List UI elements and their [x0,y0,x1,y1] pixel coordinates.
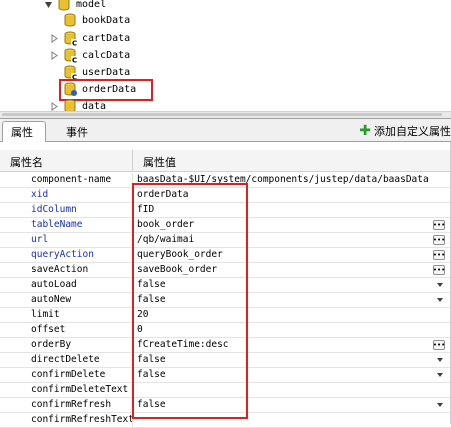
database-icon: C [63,64,79,82]
expand-arrow-icon[interactable] [50,50,59,60]
database-icon: C [63,30,79,48]
property-name: autoNew [31,294,72,305]
property-name: xid [31,189,49,200]
property-name: directDelete [31,354,100,365]
column-header-name: 属性名 [10,156,43,169]
database-icon [63,12,79,28]
property-name: orderBy [31,339,72,350]
column-header-value: 属性值 [143,156,176,169]
tree-node-model[interactable]: model [44,0,106,12]
tree-label: userData [82,66,131,78]
tree-label: calcData [82,49,131,61]
plus-icon: ✚ [359,123,371,139]
add-custom-property-button[interactable]: ✚ 添加自定义属性 [359,122,451,140]
property-name: tableName [31,219,83,230]
property-name: saveAction [31,264,89,275]
values-highlight-box [132,183,248,419]
tree-node-calcdata[interactable]: C calcData [50,47,131,65]
database-icon [57,0,73,12]
horizontal-scrollbar[interactable] [0,111,451,118]
svg-text:C: C [72,40,77,47]
tab-properties[interactable]: 属性 [2,121,46,142]
property-name: confirmDelete [31,369,106,380]
expand-arrow-icon[interactable] [50,33,59,43]
dropdown-arrow-icon[interactable] [437,403,443,407]
tab-events[interactable]: 事件 [58,121,96,142]
tree-label: bookData [82,14,131,26]
tree-node-bookdata[interactable]: bookData [63,12,130,28]
tree-node-cartdata[interactable]: C cartData [50,30,131,48]
tree-node-userdata[interactable]: C userData [63,64,131,82]
dropdown-arrow-icon[interactable] [437,373,443,377]
svg-text:C: C [72,57,77,64]
database-icon: C [63,47,79,65]
scroll-thumb[interactable] [2,113,442,116]
ellipsis-button[interactable]: ••• [433,235,445,245]
ellipsis-button[interactable]: ••• [433,220,445,230]
property-name: confirmRefreshText [31,414,132,425]
expand-arrow-icon[interactable] [50,101,59,111]
collapse-arrow-icon[interactable] [44,0,53,9]
property-name: queryAction [31,249,94,260]
property-name: offset [31,324,66,335]
property-name: url [31,234,49,245]
tree-label: data [82,100,107,112]
property-name: limit [31,309,60,320]
dropdown-arrow-icon[interactable] [437,283,443,287]
ellipsis-button[interactable]: ••• [433,340,445,350]
property-name: idColumn [31,204,77,215]
property-name: autoLoad [31,279,77,290]
property-name: component-name [31,174,112,185]
property-name: confirmRefresh [31,399,112,410]
add-custom-property-label: 添加自定义属性 [374,125,451,138]
grid-header: 属性名 属性值 [0,150,451,172]
ellipsis-button[interactable]: ••• [433,250,445,260]
ellipsis-button[interactable]: ••• [433,265,445,275]
property-name: confirmDeleteText [31,384,129,395]
column-divider[interactable] [132,150,133,172]
properties-tabs: 属性 事件 ✚ 添加自定义属性 [0,118,451,142]
dropdown-arrow-icon[interactable] [437,298,443,302]
model-tree: model bookData C cartData C calcData C u… [0,0,451,118]
tree-label-model: model [76,0,107,10]
tree-label: cartData [82,32,131,44]
dropdown-arrow-icon[interactable] [437,358,443,362]
